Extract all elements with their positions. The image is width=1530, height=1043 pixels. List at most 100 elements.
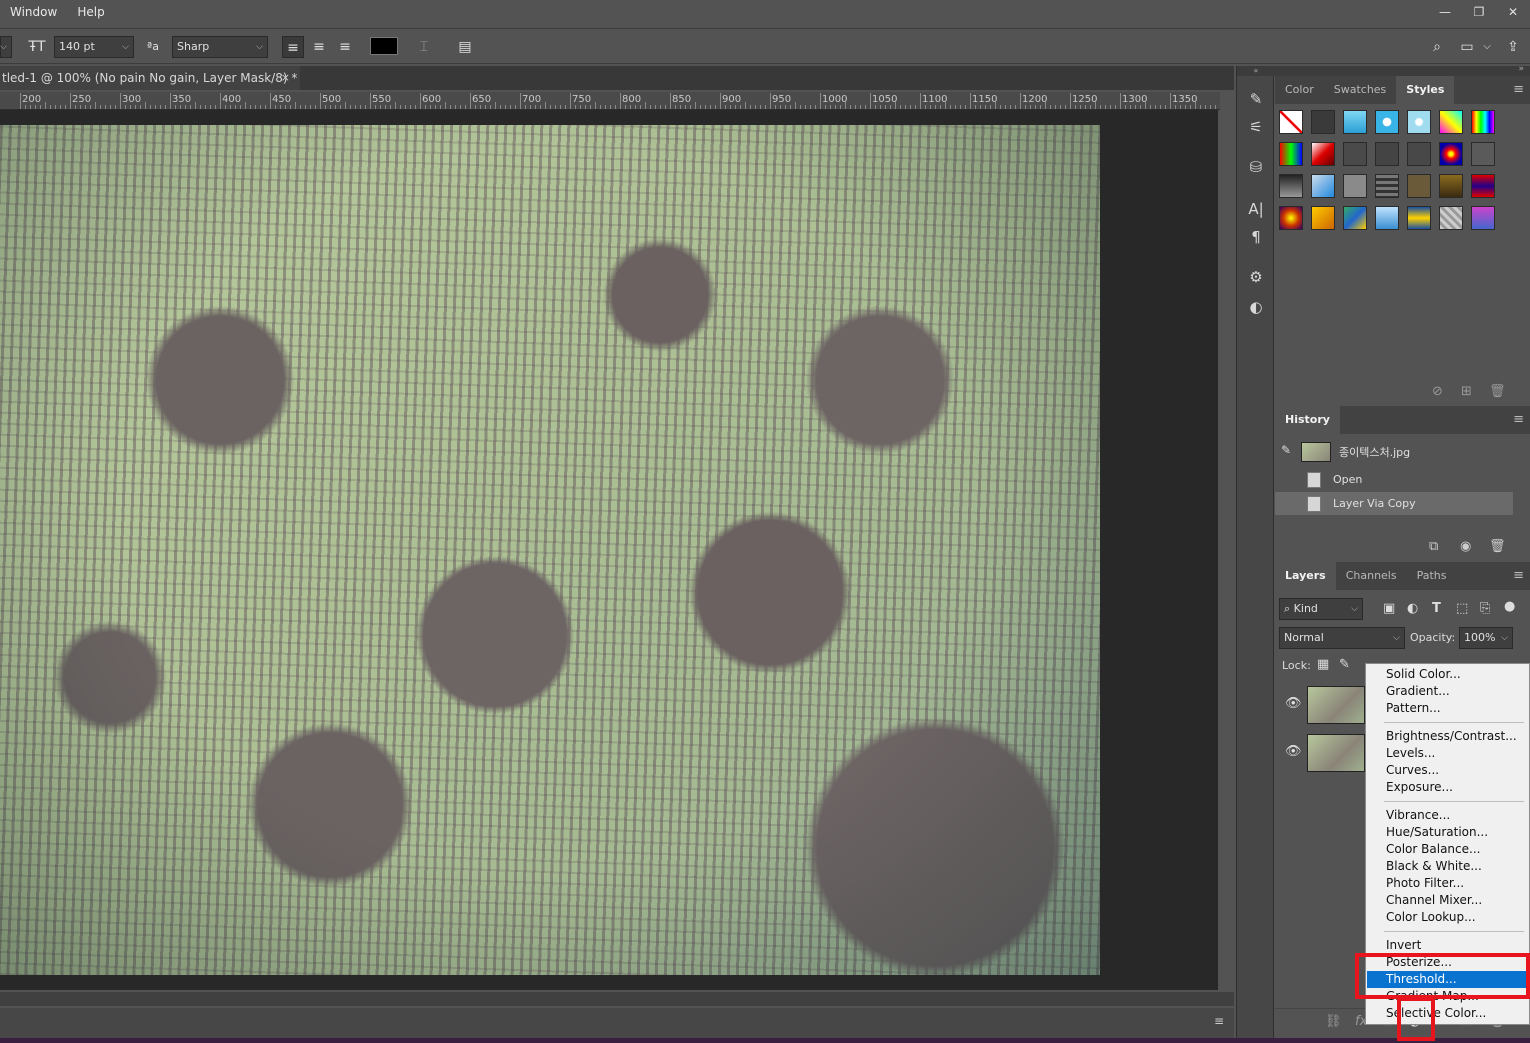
menu-item-vibrance[interactable]: Vibrance... bbox=[1367, 807, 1528, 824]
filter-pixel-icon[interactable]: ▣ bbox=[1383, 601, 1395, 616]
style-preset-swatch[interactable] bbox=[1471, 206, 1495, 230]
close-window-icon[interactable]: ✕ bbox=[1496, 0, 1530, 24]
tab-paths[interactable]: Paths bbox=[1407, 562, 1457, 590]
style-preset-swatch[interactable] bbox=[1439, 206, 1463, 230]
menu-item-brightness-contrast[interactable]: Brightness/Contrast... bbox=[1367, 728, 1528, 745]
history-brush-icon[interactable]: ✎ bbox=[1281, 443, 1291, 457]
delete-style-icon[interactable]: 🗑 bbox=[1489, 384, 1506, 399]
style-preset-swatch[interactable] bbox=[1439, 110, 1463, 134]
menu-item-color-lookup[interactable]: Color Lookup... bbox=[1367, 909, 1528, 926]
style-preset-swatch[interactable] bbox=[1439, 142, 1463, 166]
menu-item-channel-mixer[interactable]: Channel Mixer... bbox=[1367, 892, 1528, 909]
menu-item-photo-filter[interactable]: Photo Filter... bbox=[1367, 875, 1528, 892]
layers-panel-menu-icon[interactable]: ≡ bbox=[1513, 562, 1524, 590]
workspace-dropdown-icon[interactable]: ⌵ bbox=[1480, 36, 1494, 58]
tab-channels[interactable]: Channels bbox=[1336, 562, 1407, 590]
new-style-icon[interactable]: ⊞ bbox=[1461, 384, 1472, 399]
menu-item-hue-saturation[interactable]: Hue/Saturation... bbox=[1367, 824, 1528, 841]
document-tab[interactable]: tled-1 @ 100% (No pain No gain, Layer Ma… bbox=[0, 66, 300, 90]
delete-state-icon[interactable]: 🗑 bbox=[1489, 539, 1506, 554]
menu-item-selective-color[interactable]: Selective Color... bbox=[1367, 1005, 1528, 1022]
history-panel-menu-icon[interactable]: ≡ bbox=[1513, 406, 1524, 434]
style-preset-swatch[interactable] bbox=[1407, 174, 1431, 198]
style-preset-swatch[interactable] bbox=[1343, 206, 1367, 230]
style-preset-swatch[interactable] bbox=[1279, 206, 1303, 230]
style-preset-swatch[interactable] bbox=[1407, 110, 1431, 134]
style-preset-swatch[interactable] bbox=[1471, 110, 1495, 134]
menu-item-invert[interactable]: Invert bbox=[1367, 937, 1528, 954]
menu-item-color-balance[interactable]: Color Balance... bbox=[1367, 841, 1528, 858]
font-size-field[interactable]: 140 pt ⌵ bbox=[54, 36, 134, 58]
style-preset-swatch[interactable] bbox=[1279, 110, 1303, 134]
style-preset-swatch[interactable] bbox=[1311, 206, 1335, 230]
tool-preset-dropdown[interactable]: ⌵ bbox=[0, 36, 12, 58]
brush-settings-icon[interactable]: ✎ bbox=[1244, 88, 1268, 110]
style-preset-swatch[interactable] bbox=[1343, 110, 1367, 134]
history-step-active[interactable]: Layer Via Copy bbox=[1275, 492, 1513, 515]
style-preset-swatch[interactable] bbox=[1343, 142, 1367, 166]
style-preset-swatch[interactable] bbox=[1343, 174, 1367, 198]
horizontal-ruler[interactable]: 200 250 300 350 400 450 500 550 600 650 700 750 800 8… bbox=[0, 92, 1220, 110]
history-snapshot[interactable]: ✎ 종이텍스처.jpg bbox=[1275, 440, 1513, 463]
clear-style-icon[interactable]: ⊘ bbox=[1432, 384, 1443, 399]
filter-smart-object-icon[interactable]: ⎘ bbox=[1480, 601, 1490, 616]
blend-mode-dropdown[interactable]: Normal ⌵ bbox=[1279, 627, 1405, 649]
align-right-icon[interactable]: ≡ bbox=[334, 36, 356, 58]
menu-item-solid-color[interactable]: Solid Color... bbox=[1367, 666, 1528, 683]
lock-pixels-icon[interactable]: ✎ bbox=[1339, 657, 1350, 672]
menu-window[interactable]: Window bbox=[0, 0, 67, 24]
tab-history[interactable]: History bbox=[1275, 406, 1340, 434]
style-preset-swatch[interactable] bbox=[1375, 206, 1399, 230]
menu-item-exposure[interactable]: Exposure... bbox=[1367, 779, 1528, 796]
layer-filter-dropdown[interactable]: ⌕ Kind ⌵ bbox=[1279, 598, 1363, 620]
styles-panel-menu-icon[interactable]: ≡ bbox=[1513, 76, 1524, 104]
filter-toggle-icon[interactable]: ● bbox=[1504, 599, 1515, 614]
warp-text-icon[interactable]: ⌶ bbox=[412, 36, 436, 58]
style-preset-swatch[interactable] bbox=[1375, 110, 1399, 134]
style-preset-swatch[interactable] bbox=[1311, 110, 1335, 134]
filter-type-icon[interactable]: T bbox=[1432, 601, 1441, 616]
filter-shape-icon[interactable]: ⬚ bbox=[1456, 601, 1468, 616]
adjustments-icon[interactable]: ◐ bbox=[1244, 296, 1268, 318]
collapse-strip-icon[interactable]: « bbox=[1237, 66, 1275, 76]
link-layers-icon[interactable]: ⛓ bbox=[1325, 1014, 1342, 1029]
character-panel-icon[interactable]: ▤ bbox=[454, 36, 476, 58]
opacity-field[interactable]: 100% ⌵ bbox=[1459, 627, 1513, 649]
menu-item-curves[interactable]: Curves... bbox=[1367, 762, 1528, 779]
character-icon[interactable]: A| bbox=[1244, 198, 1268, 220]
style-preset-swatch[interactable] bbox=[1439, 174, 1463, 198]
menu-item-pattern[interactable]: Pattern... bbox=[1367, 700, 1528, 717]
paragraph-icon[interactable]: ¶ bbox=[1244, 226, 1268, 248]
status-menu-icon[interactable]: ≡ bbox=[1214, 1014, 1224, 1028]
workspace-icon[interactable]: ▭ bbox=[1456, 36, 1478, 58]
new-document-from-state-icon[interactable]: ⧉ bbox=[1429, 539, 1438, 554]
restore-icon[interactable]: ❐ bbox=[1462, 0, 1496, 24]
style-preset-swatch[interactable] bbox=[1311, 142, 1335, 166]
menu-item-black-white[interactable]: Black & White... bbox=[1367, 858, 1528, 875]
document-image[interactable] bbox=[0, 125, 1100, 975]
style-preset-swatch[interactable] bbox=[1375, 174, 1399, 198]
search-icon[interactable]: ⌕ bbox=[1426, 36, 1448, 58]
style-preset-swatch[interactable] bbox=[1311, 174, 1335, 198]
antialias-dropdown[interactable]: Sharp ⌵ bbox=[172, 36, 268, 58]
style-preset-swatch[interactable] bbox=[1407, 142, 1431, 166]
clone-source-icon[interactable]: ⛁ bbox=[1244, 156, 1268, 178]
snapshot-camera-icon[interactable]: ◉ bbox=[1460, 539, 1471, 554]
canvas-area[interactable] bbox=[0, 110, 1218, 990]
style-preset-swatch[interactable] bbox=[1471, 142, 1495, 166]
share-icon[interactable]: ⇪ bbox=[1502, 36, 1524, 58]
style-preset-swatch[interactable] bbox=[1279, 142, 1303, 166]
tab-layers[interactable]: Layers bbox=[1275, 562, 1336, 590]
filter-adjustment-icon[interactable]: ◐ bbox=[1407, 601, 1418, 616]
style-preset-swatch[interactable] bbox=[1407, 206, 1431, 230]
menu-help[interactable]: Help bbox=[67, 0, 114, 24]
history-step[interactable]: Open bbox=[1275, 468, 1513, 491]
align-center-icon[interactable]: ≡ bbox=[308, 36, 330, 58]
visibility-eye-icon[interactable]: 👁 bbox=[1285, 696, 1302, 711]
align-left-icon[interactable]: ≡ bbox=[282, 36, 304, 58]
collapse-dock-icon[interactable]: » bbox=[1518, 64, 1524, 74]
close-tab-icon[interactable]: × bbox=[281, 66, 290, 90]
tab-styles[interactable]: Styles bbox=[1396, 76, 1455, 104]
menu-item-levels[interactable]: Levels... bbox=[1367, 745, 1528, 762]
style-preset-swatch[interactable] bbox=[1375, 142, 1399, 166]
